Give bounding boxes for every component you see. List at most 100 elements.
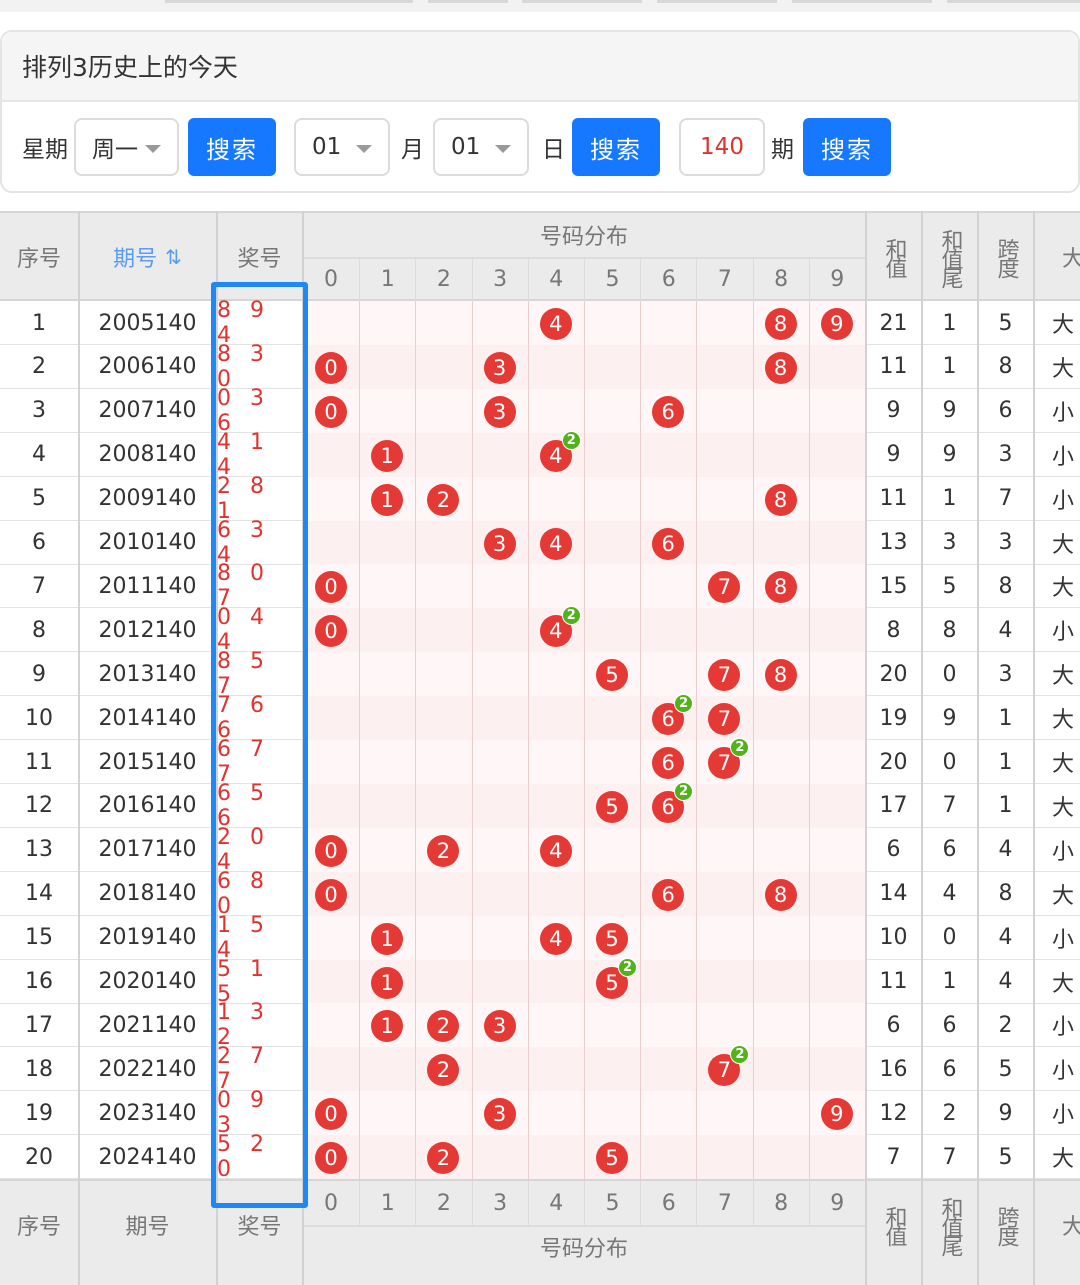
row-seq: 6 [32,530,46,555]
row-size: 大 [1052,1147,1075,1173]
month-value: 01 [312,134,342,160]
header-digit-3: 3 [471,257,528,301]
row-seq: 14 [25,881,53,907]
row-sum: 15 [879,573,908,599]
table-row: 4 2008140 4 1 4993小142 [0,430,1080,480]
top-strip [0,0,1080,12]
table-row: 6 2010140 6 3 4 13 3 3 大 3 4 6 [0,518,1080,568]
row-size: 大 [1052,795,1075,821]
header-digit-7: 7 [696,257,752,301]
header-period[interactable]: 期号 ⇅ [79,213,216,301]
row-period: 2006140 [98,354,197,380]
footer-seq: 序号 [16,1215,61,1240]
date-search-button[interactable]: 搜索 [572,118,660,176]
row-sum-tail: 2 [942,1100,957,1126]
row-span: 8 [998,573,1013,599]
row-sum: 17 [879,793,908,819]
number-ball: 9 [820,308,853,340]
panel-title: 排列3历史上的今天 [2,32,1078,102]
row-sum-tail: 1 [942,310,957,336]
month-label: 月 [401,137,424,163]
table-row: 12 2016140 6 5 6 17 7 1 大 5 6 2 [0,781,1080,831]
header-sum: 和值 [881,238,907,276]
row-sum: 11 [879,354,908,380]
number-ball: 3 [483,527,516,560]
row-size: 小 [1052,488,1075,514]
row-period: 2023140 [98,1100,197,1126]
table-row: 18 2022140 2 7 7 16 6 5 小 2 7 2 [0,1044,1080,1094]
sort-icon: ⇅ [165,245,182,269]
number-ball: 4 [539,922,572,955]
issue-input[interactable]: 140 [679,118,765,176]
footer-digit-2: 2 [415,1181,471,1225]
row-sum-tail: 0 [942,749,957,775]
row-period: 2018140 [98,881,197,907]
footer-digit-5: 5 [584,1181,640,1225]
header-digit-2: 2 [415,257,471,301]
row-seq: 11 [25,749,53,775]
row-period: 2005140 [98,310,197,336]
number-ball: 3 [483,395,516,428]
row-size: 大 [1052,664,1075,690]
row-sum: 16 [879,1056,908,1082]
row-span: 6 [998,398,1013,424]
table-row: 13 2017140 2 0 4664小024 [0,825,1080,875]
row-seq: 3 [32,398,46,424]
footer-span: 跨度 [993,1206,1019,1244]
day-select[interactable]: 01 [433,118,529,176]
row-sum: 14 [879,881,908,907]
header-period-label: 期号 [113,247,158,272]
row-seq: 13 [25,837,53,863]
table-row: 2 2006140 8 3 0 11 1 8 大 0 3 8 [0,342,1080,392]
row-sum: 21 [879,310,908,336]
weekday-search-button[interactable]: 搜索 [188,118,276,176]
row-size: 小 [1052,927,1075,953]
header-seq: 序号 [16,247,61,272]
row-sum-tail: 9 [942,705,957,731]
number-ball: 5 [596,659,628,692]
repeat-count-badge: 2 [674,781,694,801]
header-digit-1: 1 [359,257,415,301]
number-ball: 6 [652,527,685,560]
issue-search-button[interactable]: 搜索 [803,118,891,176]
table-row: 1 2005140 8 9 4 21 1 5 大 4 8 9 [0,298,1080,348]
month-select[interactable]: 01 [294,118,390,176]
row-sum: 6 [886,837,901,863]
day-value: 01 [451,134,481,160]
table-header: 序号 期号 ⇅ 奖号 号码分布 0123456789 和值 和值尾 跨度 大 [0,211,1080,301]
number-ball: 1 [371,922,404,955]
trend-table: 序号 期号 ⇅ 奖号 号码分布 0123456789 和值 和值尾 跨度 大 1… [0,211,1080,1285]
header-distribution: 号码分布 [539,225,628,250]
row-seq: 5 [32,486,46,512]
row-seq: 8 [32,617,46,643]
number-ball: 4 [539,527,572,560]
row-sum-tail: 4 [942,881,957,907]
header-digit-4: 4 [527,257,584,301]
number-ball: 8 [764,308,797,340]
footer-digit-7: 7 [696,1181,752,1225]
row-span: 4 [998,617,1013,643]
number-ball: 8 [764,878,797,911]
row-size: 大 [1052,752,1075,777]
row-sum-tail: 7 [942,793,957,819]
repeat-count-badge: 2 [561,430,581,450]
weekday-select[interactable]: 周一 [74,118,179,176]
row-sum-tail: 7 [942,1144,957,1170]
repeat-count-badge: 2 [618,957,637,977]
number-ball: 2 [427,834,460,867]
number-ball: 1 [371,483,404,516]
row-span: 9 [998,1100,1013,1126]
row-period: 2007140 [98,398,197,424]
table-row: 7 2011140 8 0 7 15 5 8 大 0 7 8 [0,561,1080,611]
number-ball: 8 [764,351,797,384]
header-digit-0: 0 [324,266,338,292]
table-row: 9 2013140 8 5 7 20 0 3 大 5 7 8 [0,649,1080,699]
header-digit-9: 9 [808,257,865,301]
row-sum: 20 [879,661,908,687]
table-row: 10 2014140 7 6 6 19 9 1 大 6 2 7 [0,693,1080,743]
row-period: 2021140 [98,1012,197,1038]
chevron-down-icon [145,145,161,153]
row-sum: 19 [879,705,908,731]
table-row: 20 2024140 5 2 0775大025 [0,1132,1080,1182]
row-span: 3 [998,442,1013,468]
